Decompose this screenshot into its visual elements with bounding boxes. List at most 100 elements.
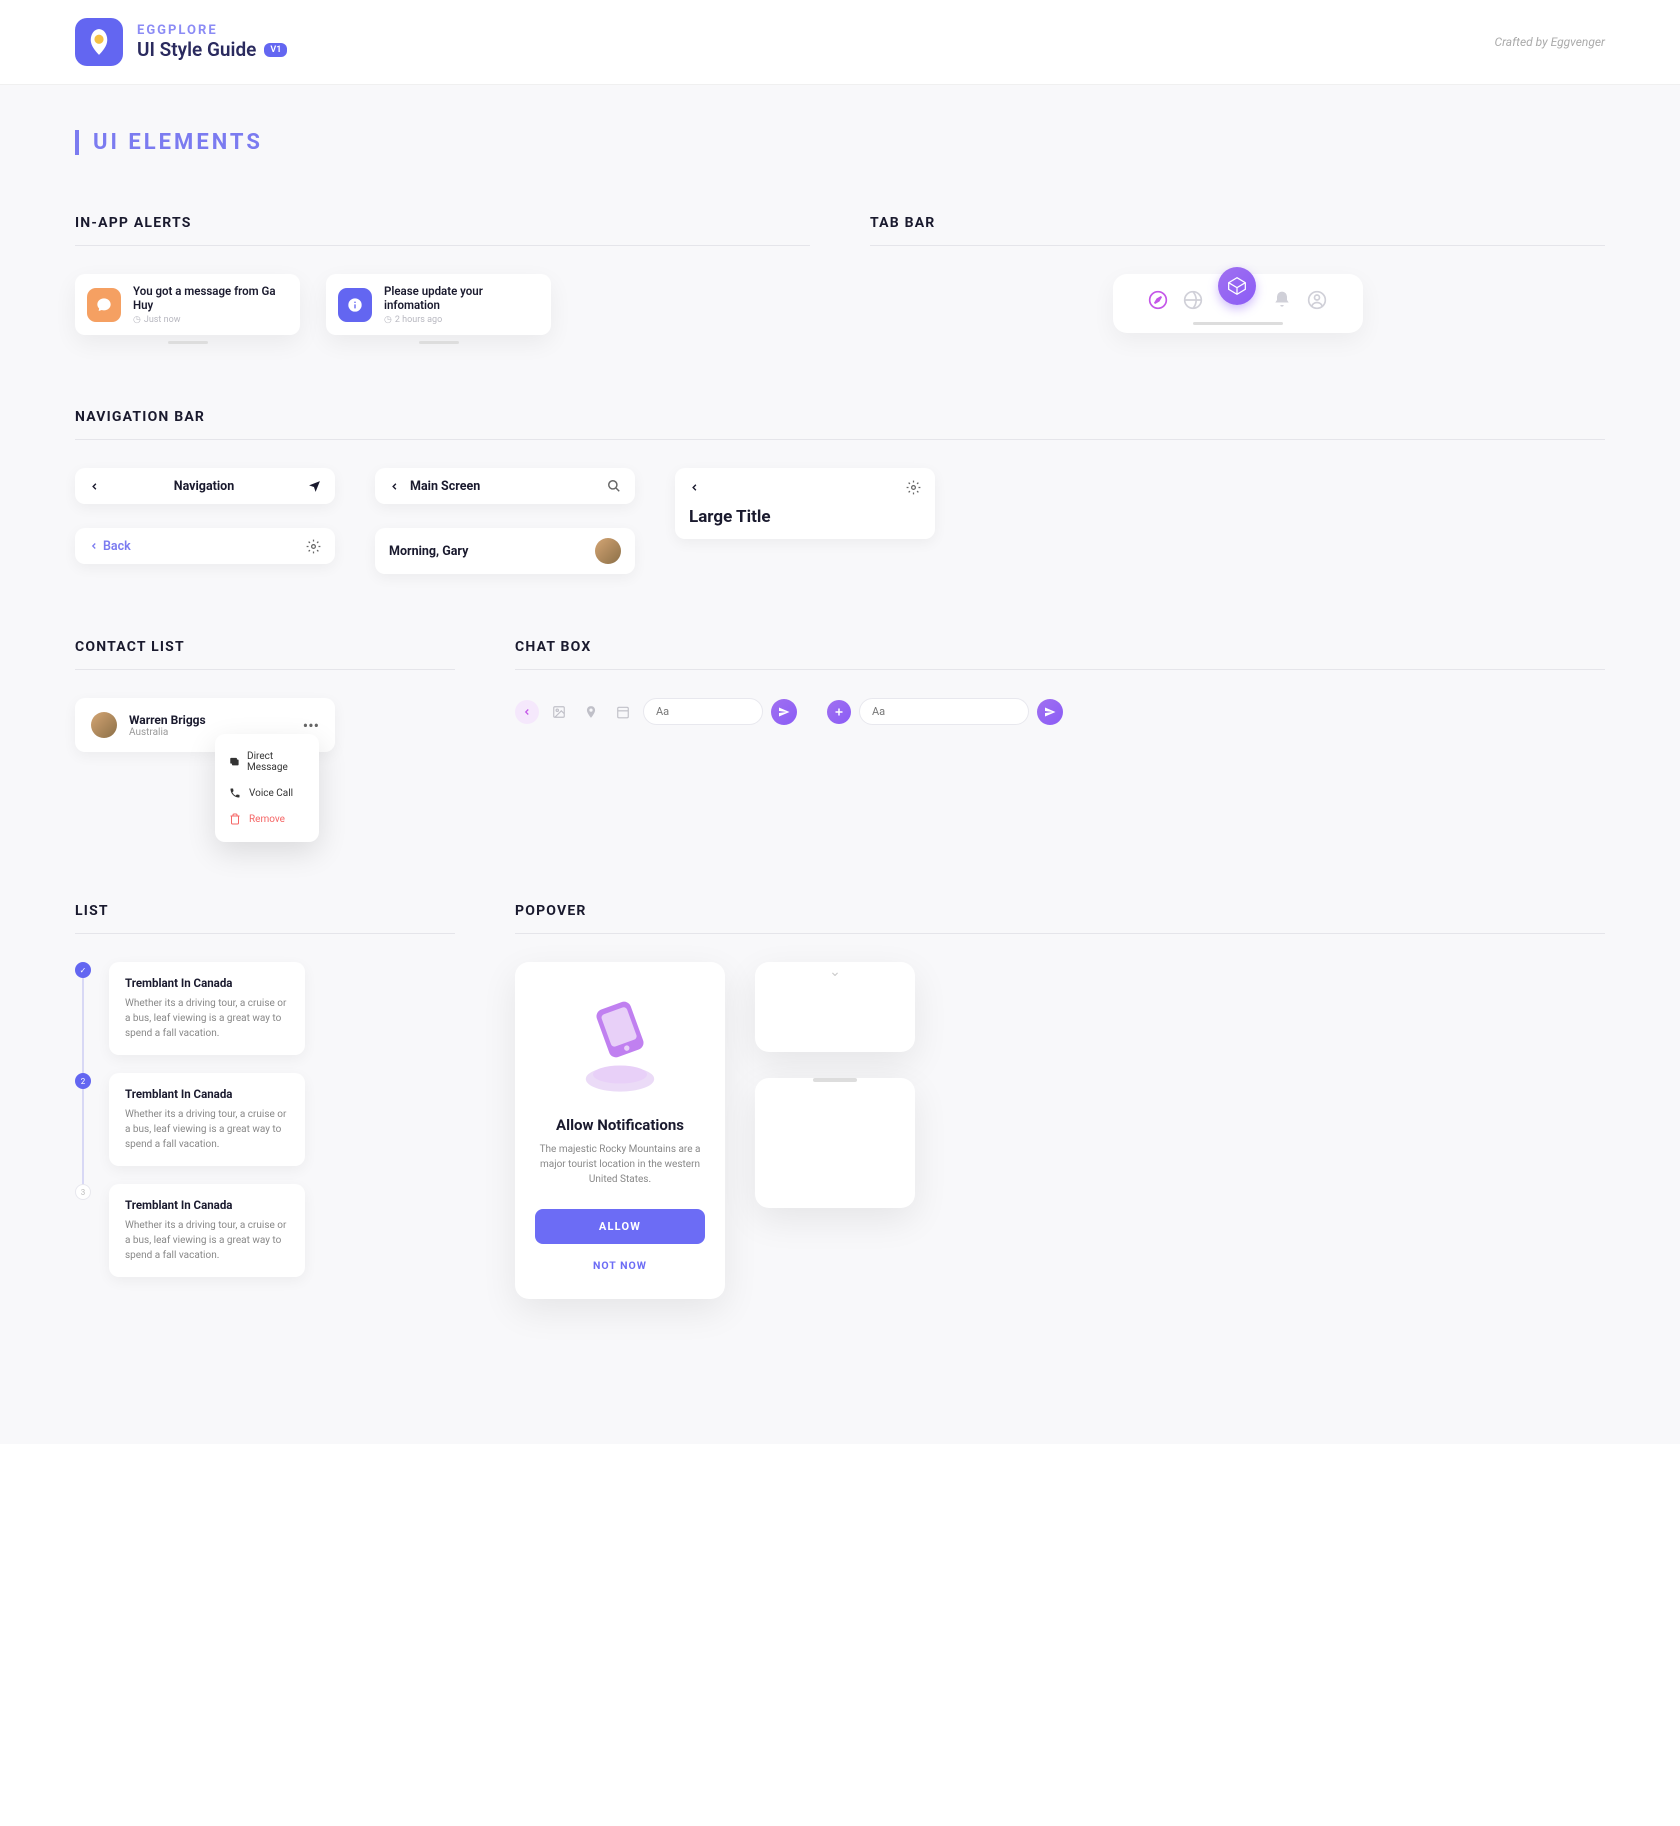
alerts-heading: IN-APP ALERTS: [75, 215, 810, 231]
chat-input[interactable]: [859, 698, 1029, 725]
alert-text: Please update your infomation: [384, 284, 539, 312]
compass-icon[interactable]: [1148, 290, 1168, 310]
gear-icon[interactable]: [306, 539, 321, 554]
search-icon[interactable]: [607, 479, 621, 493]
nav-greeting: Morning, Gary: [389, 544, 595, 559]
alert-card[interactable]: You got a message from Ga Huy ◷ Just now: [75, 274, 300, 344]
page-header: EGGPLORE UI Style Guide V1 Crafted by Eg…: [0, 0, 1680, 85]
notification-illustration: [575, 988, 665, 1098]
message-icon: [87, 288, 121, 322]
drag-handle[interactable]: [168, 341, 208, 344]
popover-section: POPOVER Allow Notifications The majestic…: [515, 903, 1605, 1299]
navbar: Morning, Gary: [375, 528, 635, 574]
large-title: Large Title: [689, 507, 771, 527]
globe-icon[interactable]: [1183, 290, 1203, 310]
navbar: Main Screen: [375, 468, 635, 504]
navbar-large: Large Title: [675, 468, 935, 539]
tabbar: [1113, 274, 1363, 333]
list-heading: LIST: [75, 903, 455, 919]
list-desc: Whether its a driving tour, a cruise or …: [125, 1218, 289, 1263]
credit-text: Crafted by Eggvenger: [1495, 35, 1605, 49]
step-marker: 3: [75, 1184, 91, 1200]
menu-dm[interactable]: Direct Message: [215, 744, 319, 780]
contact-name: Warren Briggs: [129, 713, 206, 727]
list-section: LIST ✓ Tremblant In Canada Whether its a…: [75, 903, 455, 1277]
bell-icon[interactable]: [1272, 290, 1292, 310]
send-button[interactable]: [1037, 699, 1063, 725]
chat-input[interactable]: [643, 698, 763, 725]
nav-title: Navigation: [100, 479, 308, 494]
contact-card[interactable]: Warren Briggs Australia ••• Direct Messa…: [75, 698, 335, 752]
calendar-icon[interactable]: [611, 700, 635, 724]
page-title: UI Style Guide: [137, 38, 256, 61]
page-body: UI ELEMENTS IN-APP ALERTS You got a mess…: [0, 85, 1680, 1444]
menu-call[interactable]: Voice Call: [215, 780, 319, 806]
popover-heading: POPOVER: [515, 903, 1605, 919]
alert-card[interactable]: Please update your infomation ◷ 2 hours …: [326, 274, 551, 344]
popover-card: Allow Notifications The majestic Rocky M…: [515, 962, 725, 1299]
fab-button[interactable]: [1218, 267, 1256, 305]
list-title: Tremblant In Canada: [125, 976, 289, 990]
check-icon: ✓: [75, 962, 91, 978]
sheet-placeholder[interactable]: ⌄: [755, 962, 915, 1052]
drag-handle[interactable]: [813, 1078, 857, 1082]
contact-section: CONTACT LIST Warren Briggs Australia •••…: [75, 639, 455, 838]
timeline: ✓ Tremblant In Canada Whether its a driv…: [75, 962, 305, 1277]
chatbox-heading: CHAT BOX: [515, 639, 1605, 655]
context-menu: Direct Message Voice Call Remove: [215, 734, 319, 842]
menu-remove[interactable]: Remove: [215, 806, 319, 832]
tabbar-heading: TAB BAR: [870, 215, 1605, 231]
list-desc: Whether its a driving tour, a cruise or …: [125, 1107, 289, 1152]
tabbar-section: TAB BAR: [870, 215, 1605, 333]
section-title: UI ELEMENTS: [75, 130, 1605, 155]
nav-title: Main Screen: [400, 479, 607, 494]
chevron-left-icon[interactable]: [689, 482, 700, 493]
home-indicator: [1193, 322, 1283, 325]
back-button[interactable]: Back: [89, 539, 131, 554]
alert-time: ◷ Just now: [133, 315, 288, 325]
chatbox-section: CHAT BOX: [515, 639, 1605, 725]
step-marker: 2: [75, 1073, 91, 1089]
navbar: Back: [75, 528, 335, 564]
list-item[interactable]: ✓ Tremblant In Canada Whether its a driv…: [75, 962, 305, 1055]
chatbox: [515, 698, 797, 725]
info-icon: [338, 288, 372, 322]
alert-time: ◷ 2 hours ago: [384, 315, 539, 325]
notnow-button[interactable]: NOT NOW: [593, 1259, 647, 1272]
allow-button[interactable]: ALLOW: [535, 1209, 705, 1244]
chevron-left-icon[interactable]: [389, 481, 400, 492]
brand-name: EGGPLORE: [137, 23, 287, 38]
contact-location: Australia: [129, 727, 206, 738]
alert-text: You got a message from Ga Huy: [133, 284, 288, 312]
contact-heading: CONTACT LIST: [75, 639, 455, 655]
profile-icon[interactable]: [1307, 290, 1327, 310]
more-icon[interactable]: •••: [303, 716, 319, 735]
pin-icon[interactable]: [579, 700, 603, 724]
logo-icon: [75, 18, 123, 66]
avatar: [91, 712, 117, 738]
location-icon[interactable]: [308, 480, 321, 493]
chatbox: [827, 698, 1063, 725]
list-item[interactable]: 3 Tremblant In Canada Whether its a driv…: [75, 1184, 305, 1277]
drag-handle[interactable]: [419, 341, 459, 344]
chevron-left-icon[interactable]: [89, 481, 100, 492]
image-icon[interactable]: [547, 700, 571, 724]
navbar: Navigation: [75, 468, 335, 504]
navbar-heading: NAVIGATION BAR: [75, 409, 1605, 425]
list-item[interactable]: 2 Tremblant In Canada Whether its a driv…: [75, 1073, 305, 1166]
send-button[interactable]: [771, 699, 797, 725]
plus-button[interactable]: [827, 700, 851, 724]
gear-icon[interactable]: [906, 480, 921, 495]
version-badge: V1: [264, 43, 287, 57]
list-desc: Whether its a driving tour, a cruise or …: [125, 996, 289, 1041]
popover-desc: The majestic Rocky Mountains are a major…: [535, 1142, 705, 1187]
logo-group: EGGPLORE UI Style Guide V1: [75, 18, 287, 66]
list-title: Tremblant In Canada: [125, 1087, 289, 1101]
avatar[interactable]: [595, 538, 621, 564]
list-title: Tremblant In Canada: [125, 1198, 289, 1212]
sheet-placeholder[interactable]: [755, 1078, 915, 1208]
chevron-left-icon[interactable]: [515, 700, 539, 724]
alerts-section: IN-APP ALERTS You got a message from Ga …: [75, 215, 810, 344]
popover-title: Allow Notifications: [535, 1116, 705, 1134]
navbar-section: NAVIGATION BAR Navigation Back Main Scr: [75, 409, 1605, 574]
